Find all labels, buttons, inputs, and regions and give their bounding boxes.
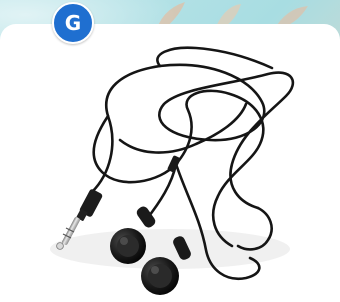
earphones-icon (50, 46, 295, 295)
image-card (0, 24, 340, 302)
panel: G (0, 0, 340, 302)
letter-badge: G (52, 2, 94, 44)
